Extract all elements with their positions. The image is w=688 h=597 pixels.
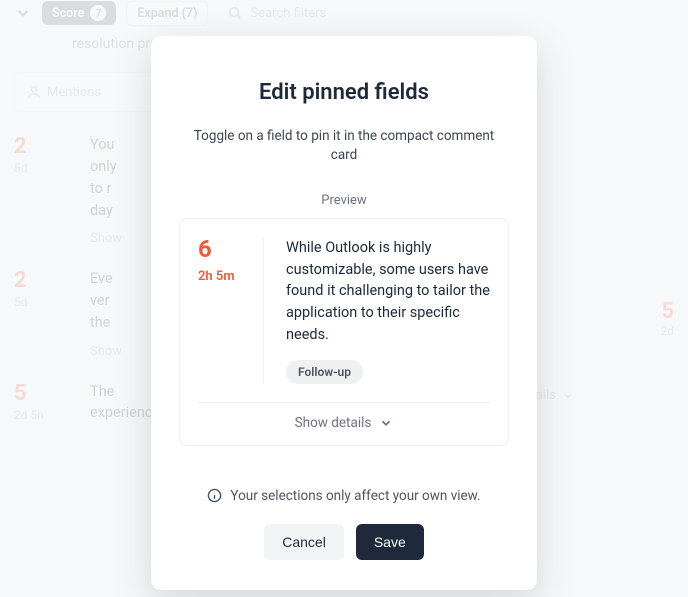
preview-body: While Outlook is highly customizable, so…: [286, 237, 490, 346]
preview-score: 6: [198, 237, 255, 261]
preview-age: 2h 5m: [198, 269, 255, 284]
save-button[interactable]: Save: [356, 524, 424, 560]
modal-title: Edit pinned fields: [179, 80, 509, 105]
info-icon: [207, 488, 222, 503]
preview-tag: Follow-up: [286, 360, 363, 384]
preview-show-details[interactable]: Show details: [198, 415, 490, 431]
preview-card: 6 2h 5m While Outlook is highly customiz…: [179, 218, 509, 446]
preview-label: Preview: [179, 193, 509, 208]
modal-subtitle: Toggle on a field to pin it in the compa…: [179, 127, 509, 165]
divider: [198, 402, 490, 403]
info-note: Your selections only affect your own vie…: [179, 488, 509, 504]
edit-pinned-fields-modal: Edit pinned fields Toggle on a field to …: [151, 36, 537, 590]
chevron-down-icon: [379, 416, 393, 430]
cancel-button[interactable]: Cancel: [264, 524, 344, 560]
